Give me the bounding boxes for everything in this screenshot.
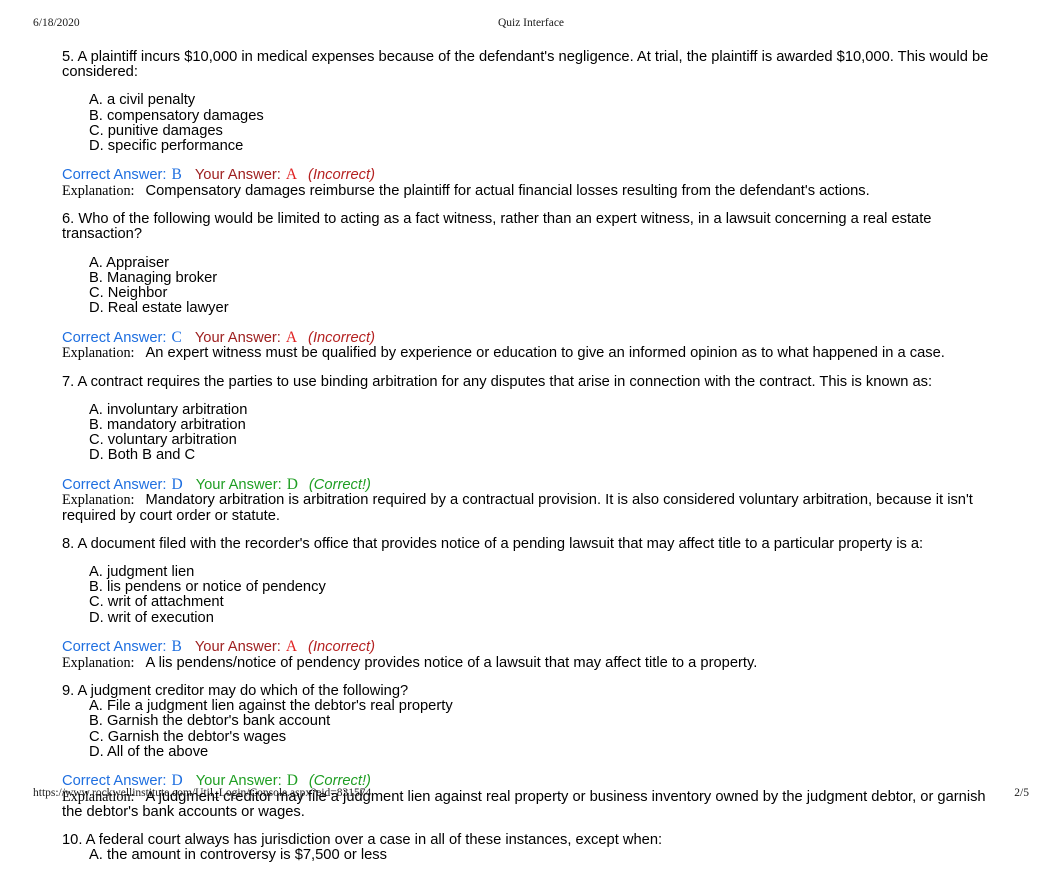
answer-verdict-badge: (Incorrect): [308, 639, 375, 656]
question-option[interactable]: A. File a judgment lien against the debt…: [89, 698, 1002, 714]
explanation-line: Explanation: Mandatory arbitration is arb…: [62, 493, 1002, 523]
explanation-label: Explanation:: [62, 183, 135, 200]
question-option[interactable]: A. Appraiser: [89, 255, 1002, 271]
explanation-line: Explanation: A lis pendens/notice of pend…: [62, 654, 1002, 671]
question-block: 7. A contract requires the parties to us…: [62, 373, 1002, 524]
question-option[interactable]: B. Garnish the debtor's bank account: [89, 713, 1002, 729]
question-stem: 7. A contract requires the parties to us…: [62, 373, 933, 390]
correct-answer-label: Correct Answer:: [62, 329, 167, 346]
explanation-label: Explanation:: [62, 492, 135, 509]
question-option[interactable]: C. Neighbor: [89, 285, 1002, 301]
correct-answer-letter: B: [171, 638, 182, 656]
question-option[interactable]: D. writ of execution: [89, 610, 1002, 626]
answer-result-line: Correct Answer: D Your Answer: D (Correct!): [62, 477, 1002, 493]
question-stem: 10. A federal court always has jurisdict…: [62, 832, 663, 849]
your-answer-label: Your Answer:: [194, 167, 281, 184]
your-answer-letter: D: [286, 475, 298, 493]
answer-verdict-badge: (Correct!): [308, 476, 371, 493]
your-answer-label: Your Answer:: [195, 476, 282, 493]
correct-answer-label: Correct Answer:: [62, 476, 167, 493]
question-option[interactable]: A. a civil penalty: [89, 92, 1002, 108]
question-option[interactable]: C. voluntary arbitration: [89, 432, 1002, 448]
your-answer-label: Your Answer:: [194, 329, 281, 346]
question-option[interactable]: C. Garnish the debtor's wages: [89, 729, 1002, 745]
question-option[interactable]: A. the amount in controversy is $7,500 o…: [89, 847, 1002, 863]
question-option[interactable]: A. involuntary arbitration: [89, 402, 1002, 418]
question-option[interactable]: C. punitive damages: [89, 123, 1002, 139]
print-footer: https://www.rockwellinstitute.com/Util_L…: [0, 787, 1062, 803]
correct-answer-letter: B: [171, 166, 182, 184]
question-block: 6. Who of the following would be limited…: [62, 212, 1002, 361]
footer-url: https://www.rockwellinstitute.com/Util_L…: [33, 787, 372, 799]
explanation-text: Mandatory arbitration is arbitration req…: [62, 492, 973, 524]
correct-answer-label: Correct Answer:: [62, 639, 167, 656]
question-option[interactable]: D. Both B and C: [89, 448, 1002, 464]
answer-verdict-badge: (Incorrect): [308, 167, 375, 184]
question-options: A. judgment lien B. lis pendens or notice…: [62, 564, 1002, 626]
quiz-question-list: 5. A plaintiff incurs $10,000 in medical…: [62, 49, 1002, 877]
footer-page-number: 2/5: [1014, 787, 1029, 799]
question-option[interactable]: B. lis pendens or notice of pendency: [89, 579, 1002, 595]
explanation-text: Compensatory damages reimburse the plain…: [145, 183, 870, 200]
your-answer-letter: A: [285, 638, 298, 656]
answer-verdict-badge: (Incorrect): [308, 329, 375, 346]
question-options: A. Appraiser B. Managing broker C. Neighbo…: [62, 255, 1002, 317]
correct-answer-label: Correct Answer:: [62, 167, 167, 184]
question-option[interactable]: D. specific performance: [89, 138, 1002, 154]
question-options: A. involuntary arbitration B. mandatory a…: [62, 402, 1002, 464]
question-stem: 8. A document filed with the recorder's …: [62, 535, 924, 552]
your-answer-label: Your Answer:: [194, 639, 281, 656]
answer-result-line: Correct Answer: C Your Answer: A (Incorrect): [62, 328, 1002, 346]
print-title: Quiz Interface: [497, 17, 565, 29]
print-header: 6/18/2020 Quiz Interface: [0, 17, 1062, 33]
question-option[interactable]: B. mandatory arbitration: [89, 417, 1002, 433]
question-option[interactable]: B. Managing broker: [89, 270, 1002, 286]
your-answer-letter: A: [285, 328, 298, 346]
question-block: 5. A plaintiff incurs $10,000 in medical…: [62, 49, 1002, 199]
question-options: A. a civil penalty B. compensatory damage…: [62, 92, 1002, 154]
explanation-text: A lis pendens/notice of pendency provide…: [145, 654, 758, 671]
question-options: A. File a judgment lien against the debt…: [62, 698, 1002, 760]
question-options: A. the amount in controversy is $7,500 o…: [62, 847, 1002, 863]
question-option[interactable]: A. judgment lien: [89, 564, 1002, 580]
question-block: 10. A federal court always has jurisdict…: [62, 832, 1002, 863]
question-option[interactable]: D. All of the above: [89, 744, 1002, 760]
answer-result-line: Correct Answer: B Your Answer: A (Incorrect): [62, 639, 1002, 655]
question-block: 8. A document filed with the recorder's …: [62, 535, 1002, 671]
explanation-label: Explanation:: [62, 345, 135, 362]
explanation-label: Explanation:: [62, 654, 135, 671]
question-stem: 6. Who of the following would be limited…: [62, 211, 932, 243]
correct-answer-letter: D: [171, 475, 183, 493]
answer-result-line: Correct Answer: B Your Answer: A (Incorrect): [62, 167, 1002, 183]
explanation-line: Explanation: An expert witness must be qu…: [62, 346, 1002, 361]
question-option[interactable]: D. Real estate lawyer: [89, 301, 1002, 317]
your-answer-letter: A: [285, 166, 298, 184]
explanation-text: An expert witness must be qualified by e…: [145, 345, 945, 362]
question-stem: 9. A judgment creditor may do which of t…: [62, 682, 409, 699]
question-option[interactable]: B. compensatory damages: [89, 108, 1002, 124]
correct-answer-letter: C: [171, 328, 182, 346]
question-stem: 5. A plaintiff incurs $10,000 in medical…: [62, 49, 989, 81]
question-option[interactable]: C. writ of attachment: [89, 595, 1002, 611]
explanation-line: Explanation: Compensatory damages reimbur…: [62, 184, 1002, 199]
